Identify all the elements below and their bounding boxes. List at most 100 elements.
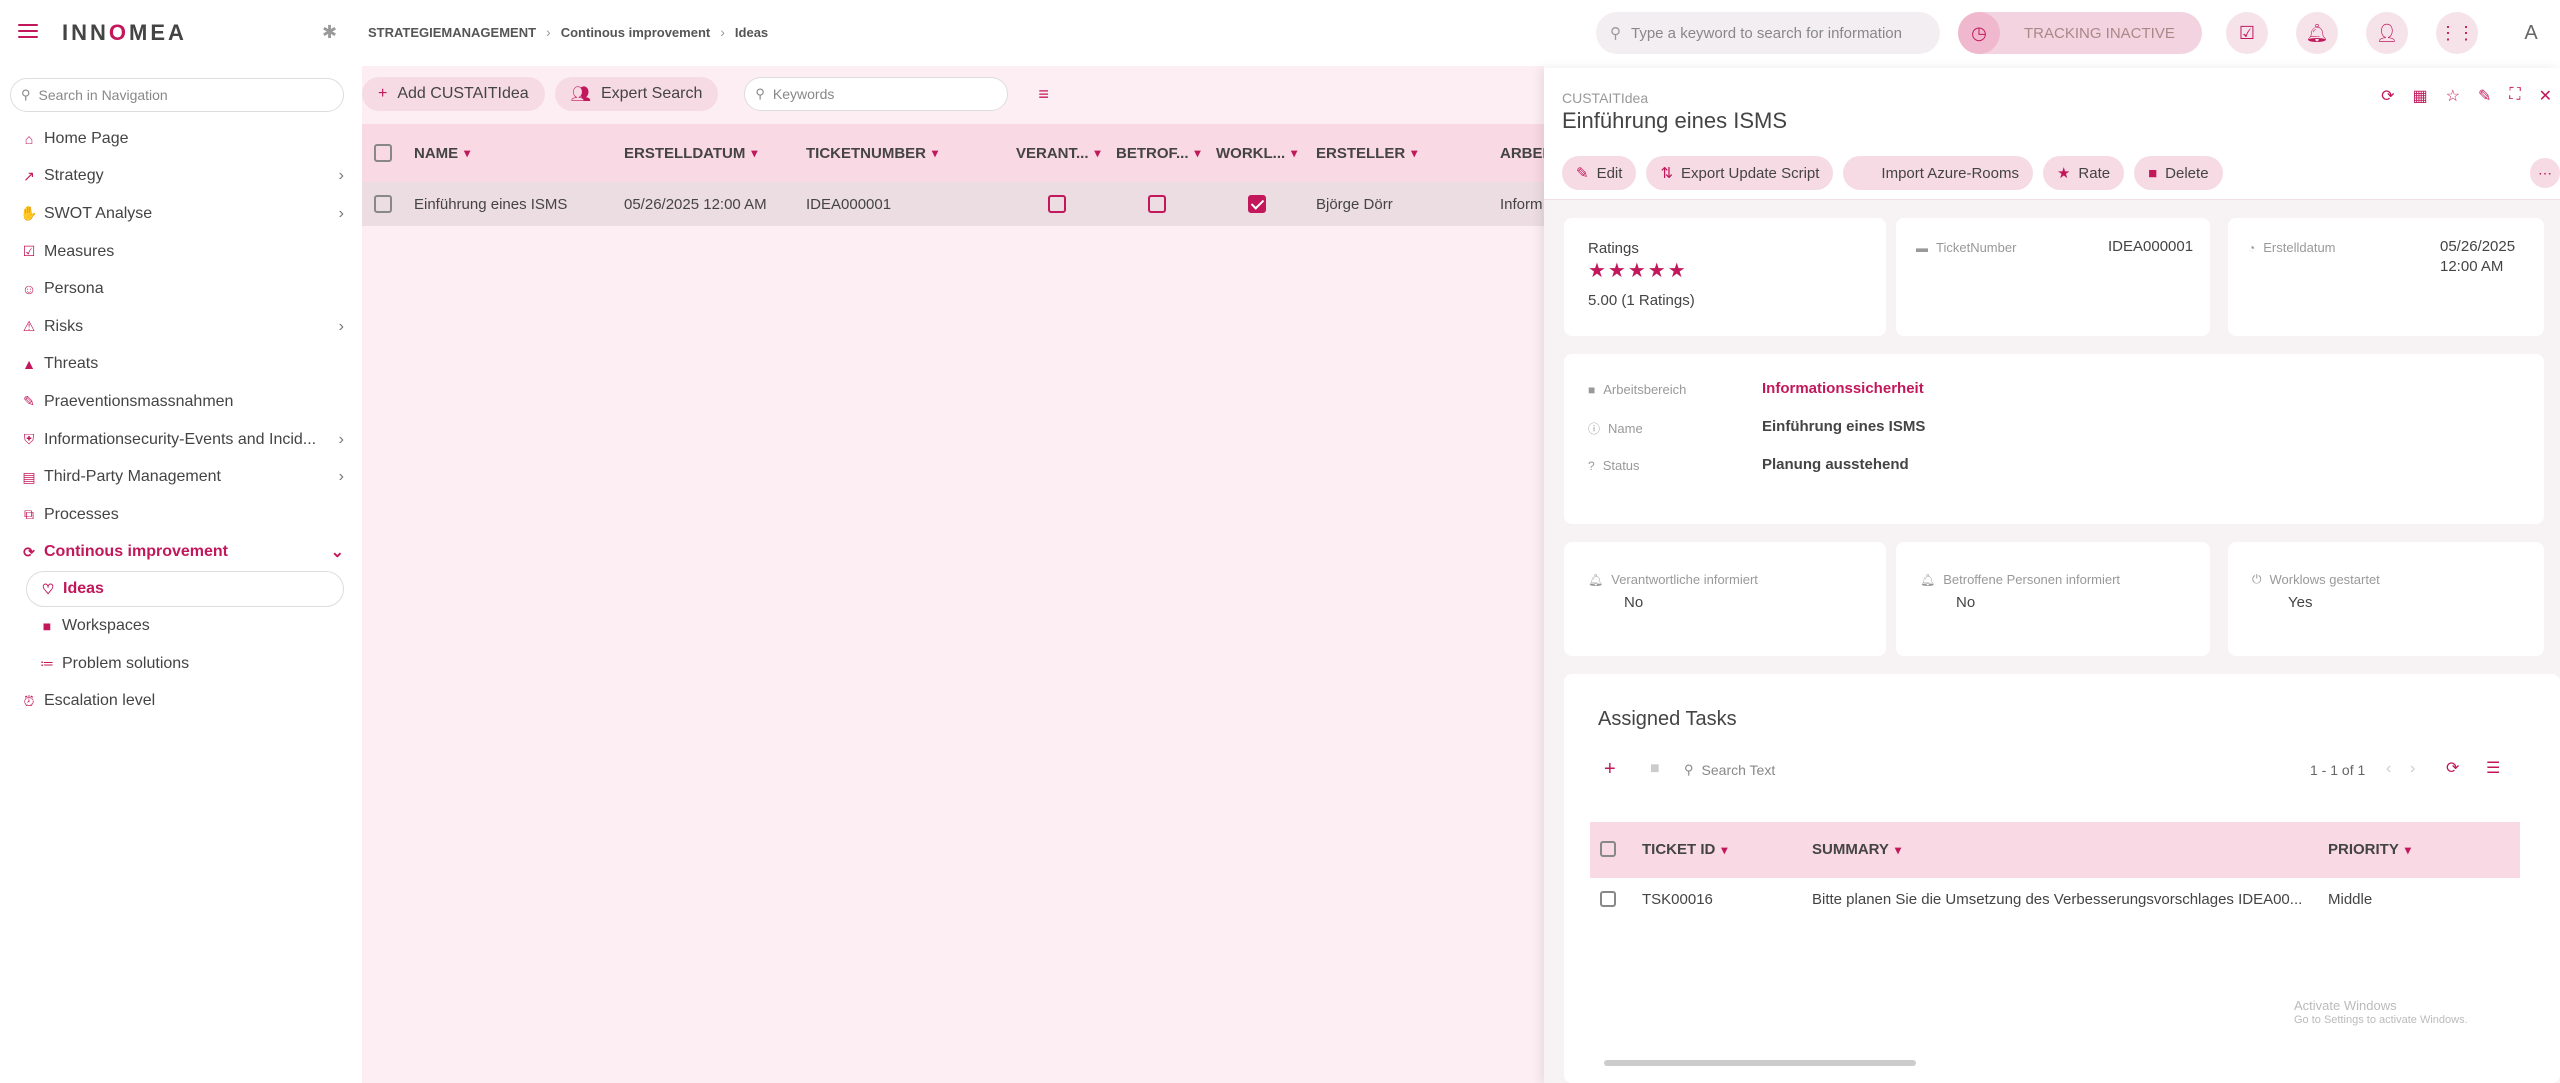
trash-icon[interactable]: ■ [1650,760,1660,778]
global-search-placeholder: Type a keyword to search for information [1631,24,1902,42]
filter-icon[interactable]: ≡ [1038,84,1049,105]
pin-icon[interactable]: ✎ [2478,86,2491,106]
sidebar-item-third-party[interactable]: ▤ Third-Party Management › [0,458,356,496]
add-idea-button[interactable]: + Add CUSTAITIdea [362,77,545,111]
sidebar-item-threats[interactable]: ▲ Threats [0,346,356,384]
global-search-input[interactable]: ⚲ Type a keyword to search for informati… [1596,12,1940,54]
column-header-arbei[interactable]: ARBEI [1500,145,1547,162]
help-circle-icon: ? [1588,458,1595,473]
column-header-name[interactable]: NAME ▾ [414,145,470,162]
tasks-icon[interactable]: ☑ [2226,12,2268,54]
person-icon: ☺ [21,281,37,298]
sidebar-item-label: Workspaces [62,616,150,634]
user-search-icon[interactable]: 👤︎ [2366,12,2408,54]
breadcrumb-item[interactable]: Continous improvement [561,25,711,40]
cell-ticket: IDEA000001 [806,195,892,213]
breadcrumb-item[interactable]: Ideas [735,25,768,40]
sidebar-item-praeventionsmassnahmen[interactable]: ✎ Praeventionsmassnahmen [0,383,356,421]
sidebar-item-strategy[interactable]: ↗ Strategy › [0,158,356,196]
verantwortliche-label: Verantwortliche informiert [1611,572,1758,587]
sort-arrow-icon: ▾ [2404,842,2411,857]
sidebar-item-continous-improvement[interactable]: ⟳ Continous improvement ⌄ [0,534,356,572]
refresh-icon[interactable]: ⟳ [2381,86,2394,106]
trend-icon: ↗ [23,167,35,184]
hamburger-menu-icon[interactable] [18,24,38,40]
column-header-betrof[interactable]: BETROF... ▾ [1116,145,1201,162]
task-search-placeholder: Search Text [1701,762,1776,778]
column-header-ticketnumber[interactable]: TICKETNUMBER ▾ [806,145,938,162]
row-checkbox[interactable] [374,195,392,213]
column-header-workl[interactable]: WORKL... ▾ [1216,145,1297,162]
import-azure-rooms-button[interactable]: Import Azure-Rooms [1843,156,2033,190]
breadcrumb-item[interactable]: STRATEGIEMANAGEMENT [368,25,536,40]
horizontal-scrollbar[interactable] [1604,1060,1916,1066]
cell-verant-checkbox[interactable] [1048,195,1066,213]
column-settings-icon[interactable]: ☰ [2486,758,2500,778]
sidebar-item-escalation-level[interactable]: ⏰︎ Escalation level [0,682,356,720]
notification-bell-icon[interactable]: 🔔︎ [2296,12,2338,54]
sidebar-item-risks[interactable]: ⚠ Risks › [0,308,356,346]
grid-view-icon[interactable]: ▦ [2413,86,2428,106]
refresh-icon[interactable]: ⟳ [2446,758,2459,778]
breadcrumb: STRATEGIEMANAGEMENT › Continous improvem… [368,24,768,40]
pin-icon[interactable]: ✱ [322,22,337,43]
sidebar-item-infosec-events[interactable]: ⛨ Informationsecurity-Events and Incid...… [0,421,356,459]
table-row[interactable]: TSK00016 Bitte planen Sie die Umsetzung … [1590,878,2520,922]
cell-betrof-checkbox[interactable] [1148,195,1166,213]
tracking-toggle[interactable]: ◷ TRACKING INACTIVE [1958,12,2202,54]
sidebar-item-label: Problem solutions [62,654,190,672]
table-row[interactable]: Einführung eines ISMS 05/26/2025 12:00 A… [362,182,1544,226]
keywords-input[interactable]: ⚲ Keywords [744,77,1009,111]
search-icon: ⚲ [755,86,765,101]
task-search-input[interactable]: ⚲ Search Text [1684,762,1775,778]
record-title: Einführung eines ISMS [1562,108,1788,133]
betroffene-value: No [1956,594,1976,611]
sidebar-item-processes[interactable]: ⧉ Processes [0,496,356,534]
sidebar-item-home-page[interactable]: ⌂ Home Page [0,120,356,158]
column-header-verant[interactable]: VERANT... ▾ [1016,145,1101,162]
star-icon[interactable]: ☆ [2446,86,2460,106]
sidebar-item-swot-analyse[interactable]: ✋ SWOT Analyse › [0,195,356,233]
wrench-icon: ✎ [23,393,35,410]
tasks-column-priority[interactable]: PRIORITY ▾ [2328,841,2411,858]
chevron-left-icon[interactable]: ‹ [2386,760,2391,778]
erstelldatum-value-time: 12:00 AM [2440,258,2504,275]
tasks-column-ticket-id[interactable]: TICKET ID ▾ [1642,841,1727,858]
select-all-checkbox[interactable] [374,144,392,162]
status-label: Status [1602,458,1640,473]
nav-search-input[interactable]: ⚲ Search in Navigation [10,78,344,112]
cell-workl-checkbox[interactable] [1248,195,1266,213]
expert-search-button[interactable]: 👥︎ Expert Search [554,77,719,111]
sidebar-item-label: Third-Party Management [44,468,221,486]
rate-button[interactable]: ★ Rate [2042,156,2125,190]
more-options-icon[interactable]: ⋯ [2530,158,2560,188]
search-icon: ⚲ [1610,25,1621,42]
add-idea-label: Add CUSTAITIdea [397,85,529,102]
task-row-checkbox[interactable] [1600,891,1616,907]
sidebar-item-ideas[interactable]: ♡ Ideas [26,571,344,608]
add-task-icon[interactable]: + [1604,758,1616,781]
export-update-script-button[interactable]: ⇅ Export Update Script [1646,156,1834,190]
list-check-icon: ≔ [40,655,54,672]
sidebar-item-problem-solutions[interactable]: ≔ Problem solutions [0,645,356,683]
export-icon: ⇅ [1660,165,1674,182]
bulb-icon: ♡ [41,580,55,597]
sidebar-item-workspaces[interactable]: ■ Workspaces [0,607,356,645]
app-logo[interactable]: INNOMEA [62,20,187,46]
delete-button[interactable]: ■ Delete [2134,156,2223,190]
ticket-number-card: ▬ TicketNumber IDEA000001 [1896,218,2210,336]
ticket-number-label: TicketNumber [1936,240,2017,255]
sidebar-item-measures[interactable]: ☑ Measures [0,233,356,271]
column-header-ersteller[interactable]: ERSTELLER ▾ [1316,145,1417,162]
tasks-select-all-checkbox[interactable] [1600,841,1616,857]
chevron-right-icon[interactable]: › [2410,760,2415,778]
avatar[interactable]: A [2510,12,2552,54]
tasks-column-summary[interactable]: SUMMARY ▾ [1812,841,1901,858]
fullscreen-icon[interactable]: ⛶ [2509,86,2520,106]
edit-button[interactable]: ✎ Edit [1562,156,1637,190]
close-icon[interactable]: ✕ [2539,86,2552,106]
apps-grid-icon[interactable]: ⋮⋮ [2436,12,2478,54]
sidebar-item-persona[interactable]: ☺ Persona [0,270,356,308]
column-header-erstelldatum[interactable]: ERSTELLDATUM ▾ [624,145,757,162]
arbeitsbereich-link[interactable]: Informationssicherheit [1762,380,1924,397]
